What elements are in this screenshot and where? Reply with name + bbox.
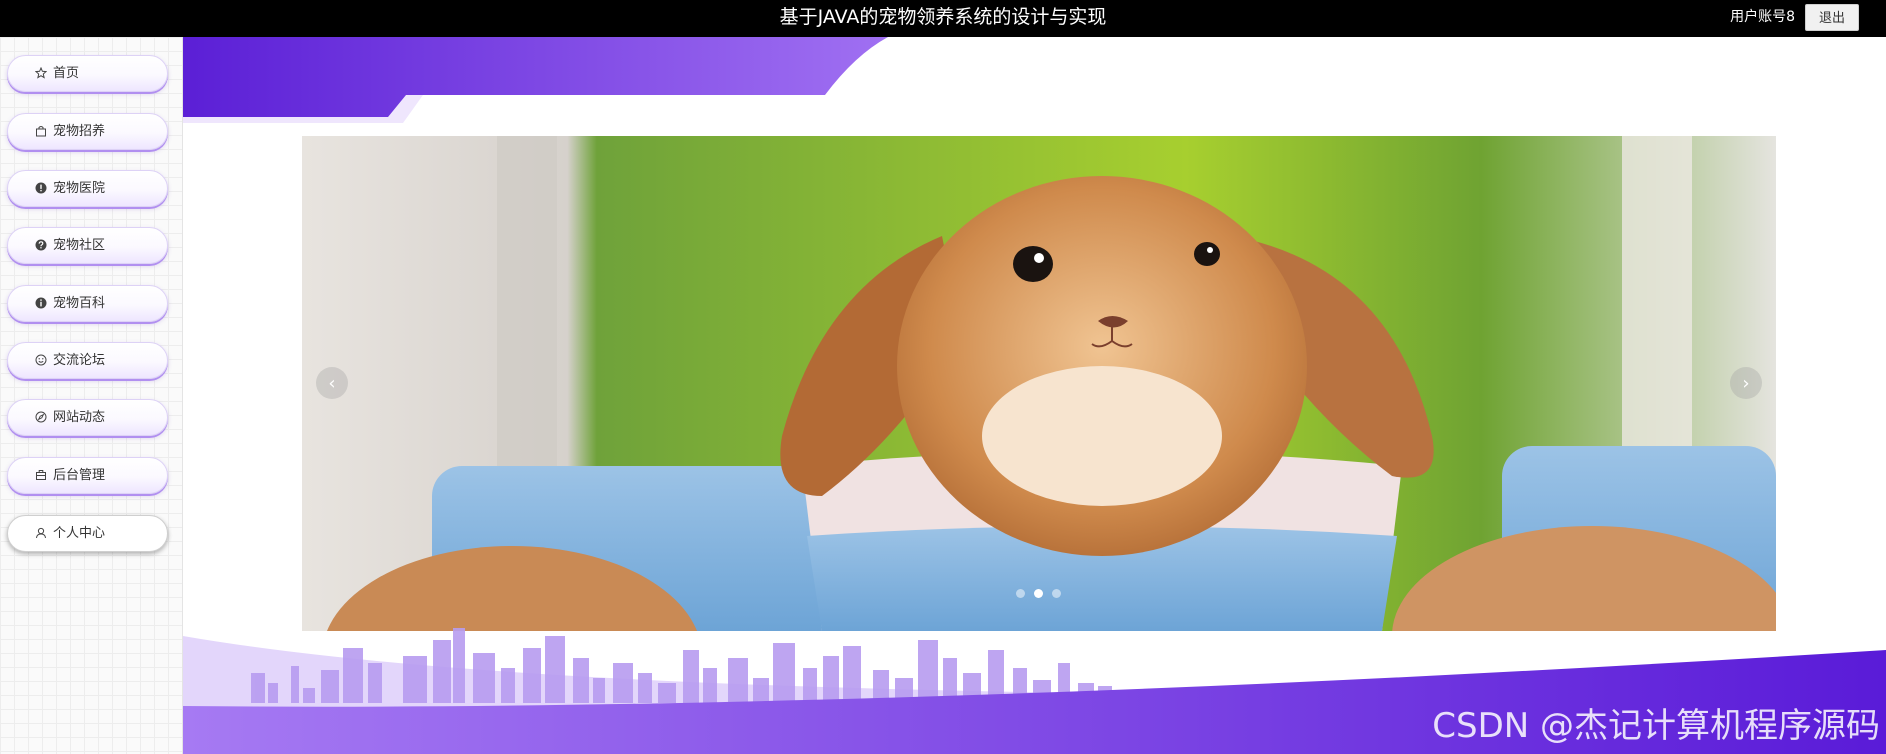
sidebar-item-personal-center[interactable]: 个人中心 [7,515,168,552]
sidebar-item-label: 个人中心 [53,526,106,541]
sidebar-item-label: 宠物百科 [53,296,106,311]
sidebar-item-label: 宠物社区 [53,238,106,253]
carousel-dot[interactable] [1016,589,1025,598]
top-bar: 基于JAVA的宠物领养系统的设计与实现 用户账号8 退出 [0,0,1886,37]
sidebar-item-pet-encyclopedia[interactable]: 宠物百科 [7,285,168,322]
chevron-left-icon: ‹ [328,372,336,394]
sidebar-item-label: 宠物医院 [53,181,106,196]
banner-carousel: ‹ › [302,136,1776,631]
header-wave-decoration [183,37,888,123]
sidebar-item-admin[interactable]: 后台管理 [7,457,168,494]
carousel-dot[interactable] [1034,589,1043,598]
sidebar-item-site-news[interactable]: 网站动态 [7,399,168,436]
sidebar-item-pet-adoption[interactable]: 宠物招养 [7,113,168,150]
sidebar-item-label: 交流论坛 [53,353,106,368]
alert-circle-icon [35,182,47,194]
smile-icon [35,354,47,366]
bag-icon [35,125,47,137]
sidebar-item-forum[interactable]: 交流论坛 [7,342,168,379]
sidebar-item-home[interactable]: 首页 [7,55,168,92]
logout-button[interactable]: 退出 [1805,4,1859,31]
rabbit-photo [302,136,1776,631]
sidebar: 首页 宠物招养 宠物医院 宠物社区 宠物百科 交流论坛 网站动态 后台管理 个人… [0,37,183,754]
user-icon [35,527,47,539]
sidebar-item-pet-hospital[interactable]: 宠物医院 [7,170,168,207]
compass-icon [35,411,47,423]
watermark: CSDN @杰记计算机程序源码 [1432,706,1880,746]
question-circle-icon [35,239,47,251]
briefcase-icon [35,469,47,481]
chevron-right-icon: › [1742,372,1750,394]
sidebar-item-label: 网站动态 [53,410,106,425]
carousel-indicators [1016,589,1061,598]
carousel-prev-button[interactable]: ‹ [316,367,348,399]
info-circle-icon [35,297,47,309]
carousel-dot[interactable] [1052,589,1061,598]
sidebar-item-label: 宠物招养 [53,124,106,139]
star-icon [35,67,47,79]
sidebar-item-pet-community[interactable]: 宠物社区 [7,227,168,264]
user-account-label: 用户账号8 [1730,9,1795,25]
page-title: 基于JAVA的宠物领养系统的设计与实现 [779,6,1107,28]
carousel-next-button[interactable]: › [1730,367,1762,399]
sidebar-item-label: 首页 [53,66,80,81]
sidebar-item-label: 后台管理 [53,468,106,483]
